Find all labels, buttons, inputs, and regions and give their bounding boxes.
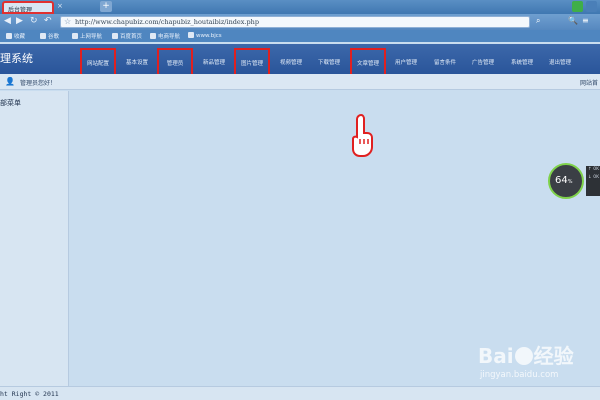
search-icon[interactable]: 🔍 <box>568 16 578 25</box>
tab-close-icon[interactable]: × <box>57 2 63 10</box>
breadcrumb: 👤 管理员您好！ 网站首 <box>0 74 600 90</box>
menu-item[interactable]: 视频管理 <box>273 55 309 71</box>
favorite-star-icon[interactable]: ☆ <box>64 17 71 26</box>
copyright-text: ht Right © 2011 <box>0 390 59 398</box>
search-engine-icon[interactable]: ⌕ <box>536 16 540 26</box>
system-title: 理系统 <box>0 52 33 65</box>
upload-speed: ↑ 0K <box>588 167 600 172</box>
speed-gauge-widget[interactable]: 64% <box>548 163 584 199</box>
bookmark-item[interactable]: 电商导航 <box>150 32 180 40</box>
user-icon: 👤 <box>5 77 15 86</box>
site-home-link[interactable]: 网站首 <box>580 78 598 87</box>
undo-icon[interactable]: ↶ <box>44 16 52 26</box>
sidebar-title: 部菜单 <box>0 99 21 107</box>
refresh-icon[interactable]: ↻ <box>30 16 38 26</box>
menu-item[interactable]: 退出管理 <box>542 55 578 71</box>
bookmark-item[interactable]: 收藏 <box>6 32 25 40</box>
forward-icon[interactable]: ▶ <box>16 16 23 26</box>
app-header: 理系统 网站配置 基本设置 管理员 新品管理 图片管理 视频管理 下载管理 文章管理 用户管理留… <box>0 44 600 84</box>
watermark-url: jingyan.baidu.com <box>480 370 559 380</box>
browser-tab-strip: 后台管理 × + <box>0 0 600 14</box>
bookmarks-bar: 收藏 谷歌 上网导航 百度首页 电商导航 www.bjcs <box>0 30 600 42</box>
bookmark-item[interactable]: 百度首页 <box>112 32 142 40</box>
welcome-text: 管理员您好！ <box>20 80 57 87</box>
paw-icon <box>514 347 533 365</box>
menu-item[interactable]: 用户管理 <box>388 55 424 71</box>
browser-tab-active[interactable]: 后台管理 <box>2 1 54 14</box>
menu-icon[interactable]: ≡ <box>582 16 589 25</box>
bookmark-item[interactable]: www.bjcs <box>188 32 222 39</box>
window-control-green[interactable] <box>572 1 583 12</box>
url-text: http://www.chapubiz.com/chapubiz_houtaib… <box>75 18 259 26</box>
gauge-value: 64% <box>555 175 573 186</box>
address-bar: ◀ ▶ ↻ ↶ ☆ http://www.chapubiz.com/chapub… <box>0 14 600 30</box>
bookmark-item[interactable]: 上网导航 <box>72 32 102 40</box>
menu-item[interactable]: 广告管理 <box>465 55 501 71</box>
bookmark-item[interactable]: 谷歌 <box>40 32 59 40</box>
menu-item[interactable]: 系统管理 <box>504 55 540 71</box>
new-tab-button[interactable]: + <box>100 1 112 12</box>
url-input[interactable]: ☆ http://www.chapubiz.com/chapubiz_houta… <box>60 16 530 28</box>
pointing-hand-icon <box>352 113 373 157</box>
menu-item[interactable]: 下载管理 <box>311 55 347 71</box>
footer: ht Right © 2011 <box>0 386 600 400</box>
back-icon[interactable]: ◀ <box>4 16 11 26</box>
tab-title: 后台管理 <box>8 7 33 14</box>
menu-item[interactable]: 基本设置 <box>119 55 155 71</box>
speed-gauge-stats: ↑ 0K ↓ 0K <box>586 166 600 196</box>
sidebar: 部菜单 <box>0 91 69 386</box>
menu-item[interactable]: 新品管理 <box>196 55 232 71</box>
window-control-close[interactable] <box>586 1 597 12</box>
baidu-watermark-logo: Bai 经验 <box>478 344 574 368</box>
menu-item[interactable]: 留言条件 <box>427 55 463 71</box>
download-speed: ↓ 0K <box>588 175 600 180</box>
